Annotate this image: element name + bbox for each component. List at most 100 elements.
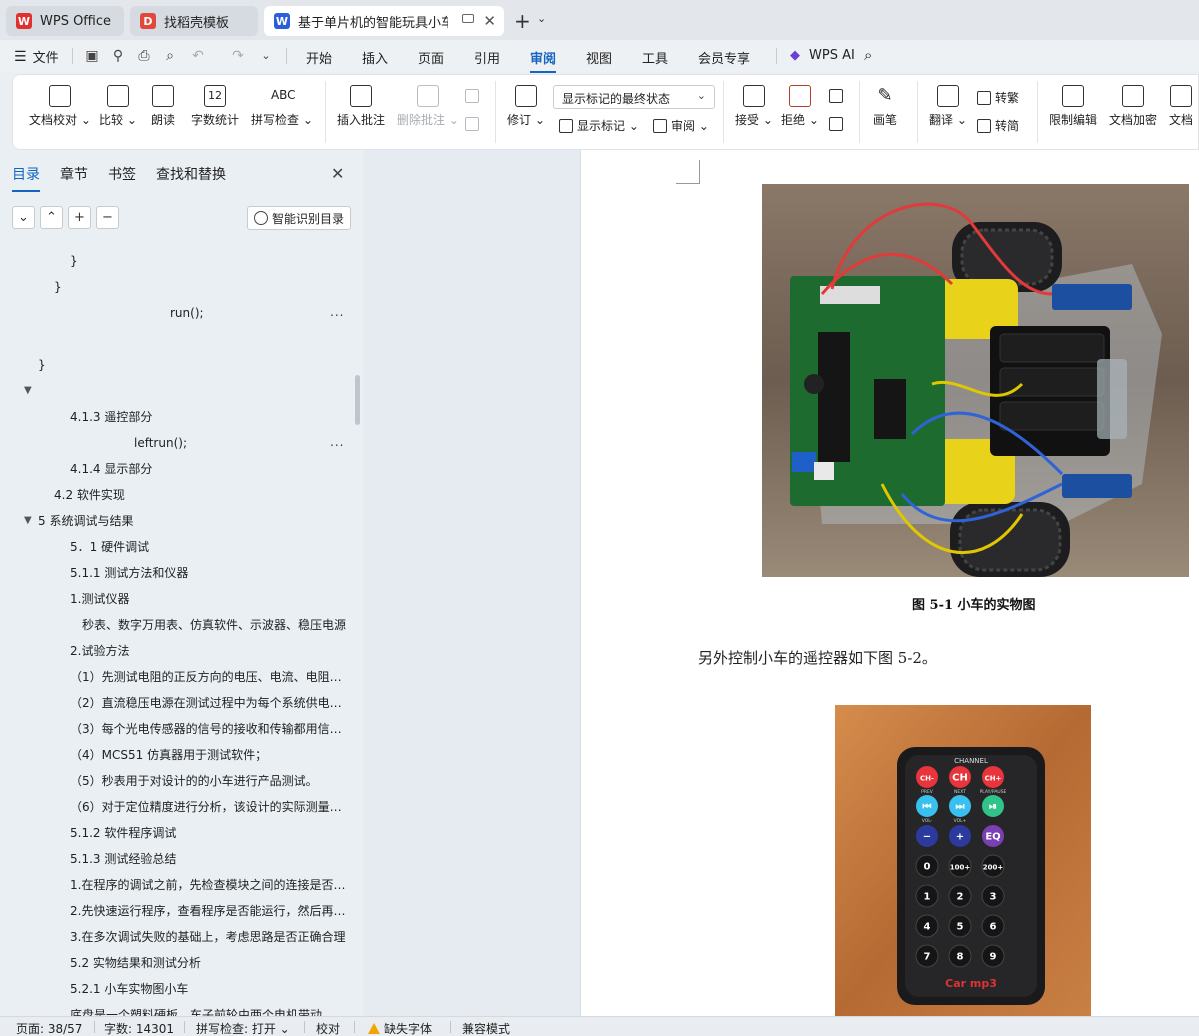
chevron-down-icon[interactable]: ⌄ (258, 48, 274, 64)
previous-change-icon[interactable] (829, 89, 847, 103)
toc-item[interactable]: 1.测试仪器 (70, 588, 346, 610)
next-comment-icon[interactable] (465, 117, 483, 131)
previous-comment-icon[interactable] (465, 89, 483, 103)
toc-item[interactable]: 5.1.2 软件程序调试 (70, 822, 346, 844)
word-count-indicator[interactable]: 字数: 14301 (104, 1020, 174, 1036)
menu-insert[interactable]: 插入 (362, 48, 388, 67)
tab-bookmarks[interactable]: 书签 (108, 164, 136, 184)
spell-check-toggle[interactable]: 拼写检查: 打开 ⌄ (196, 1020, 290, 1036)
toc-item[interactable]: 5 系统调试与结果 (38, 510, 346, 532)
divider (72, 48, 73, 64)
page-indicator[interactable]: 页面: 38/57 (16, 1020, 82, 1036)
toc-item[interactable]: 5.2.1 小车实物图小车 (70, 978, 346, 1000)
menu-review[interactable]: 审阅 (530, 48, 557, 73)
proofread-status[interactable]: 校对 (316, 1020, 340, 1036)
accept-button[interactable]: 接受 ⌄ (735, 85, 773, 128)
toc-item[interactable]: （5）秒表用于对设计的的小车进行产品测试。 (70, 770, 346, 792)
toc-item[interactable]: （3）每个光电传感器的信号的接收和传输都用信号检测 (70, 718, 346, 740)
close-icon[interactable]: ✕ (331, 164, 344, 183)
smart-toc-button[interactable]: 智能识别目录 (247, 206, 351, 230)
expand-triangle-icon[interactable]: ▼ (24, 510, 32, 532)
tab-find-replace[interactable]: 查找和替换 (156, 164, 226, 184)
menu-membership[interactable]: 会员专享 (698, 48, 750, 67)
toc-item[interactable] (38, 380, 346, 402)
toc-item[interactable]: run(); (170, 302, 320, 324)
reject-button[interactable]: 拒绝 ⌄ (781, 85, 819, 128)
toc-item[interactable]: 底盘是一个塑料硬板，车子前轮由两个电机带动 (70, 1004, 346, 1016)
review-pane-button[interactable]: 审阅 ⌄ (653, 117, 709, 134)
toc-item[interactable]: （2）直流稳压电源在测试过程中为每个系统供电是否正常 (70, 692, 346, 714)
tab-chapters[interactable]: 章节 (60, 164, 88, 184)
compare-button[interactable]: 比较 ⌄ (99, 85, 137, 128)
to-traditional-button[interactable]: 转繁 (977, 89, 1019, 106)
toc-item[interactable]: （6）对于定位精度进行分析，该设计的实际测量误差 (70, 796, 346, 818)
menu-view[interactable]: 视图 (586, 48, 612, 67)
toc-item[interactable]: 2.试验方法 (70, 640, 346, 662)
proofread-button[interactable]: 文档校对 ⌄ (29, 85, 91, 128)
missing-font-button[interactable]: 缺失字体 (368, 1020, 432, 1036)
tab-wps-office[interactable]: W WPS Office (6, 6, 124, 36)
menu-home[interactable]: 开始 (306, 48, 332, 67)
menu-references[interactable]: 引用 (474, 48, 500, 67)
car-photo-figure (762, 184, 1189, 577)
toc-item[interactable]: 5.2 实物结果和测试分析 (70, 952, 346, 974)
toc-item[interactable]: 秒表、数字万用表、仿真软件、示波器、稳压电源 (82, 614, 346, 636)
undo-icon[interactable]: ↶ (190, 48, 206, 64)
read-aloud-button[interactable]: 朗读 (151, 85, 175, 128)
to-simplified-button[interactable]: 转简 (977, 117, 1019, 134)
tab-toc[interactable]: 目录 (12, 164, 40, 192)
toc-item[interactable]: 5．1 硬件调试 (70, 536, 346, 558)
toc-item[interactable]: } (70, 250, 346, 272)
toc-item[interactable]: 5.1.3 测试经验总结 (70, 848, 346, 870)
expand-triangle-icon[interactable]: ▼ (24, 380, 32, 402)
toc-item[interactable]: 2.先快速运行程序，查看程序是否能运行，然后再单步 (70, 900, 346, 922)
print-icon[interactable]: ⎙ (136, 48, 152, 64)
toc-item[interactable]: } (54, 276, 346, 298)
new-tab-plus-icon[interactable]: + (514, 9, 531, 33)
more-options-icon[interactable]: ... (330, 302, 344, 322)
toc-item[interactable]: 3.在多次调试失败的基础上，考虑思路是否正确合理 (70, 926, 346, 948)
word-count-button[interactable]: 12 字数统计 (191, 85, 239, 128)
save-icon[interactable]: ▣ (84, 48, 100, 64)
toc-item[interactable]: 4.1.3 遥控部分 (70, 406, 346, 428)
toc-item[interactable] (38, 328, 346, 350)
show-markup-button[interactable]: 显示标记 ⌄ (559, 117, 639, 134)
pen-button[interactable]: ✎ 画笔 (873, 85, 897, 128)
print-preview-icon[interactable]: ⌕ (162, 48, 178, 64)
toc-scrollbar[interactable] (355, 375, 360, 425)
encrypt-button[interactable]: 文档加密 (1109, 85, 1157, 128)
menu-page[interactable]: 页面 (418, 48, 444, 67)
revise-button[interactable]: 修订 ⌄ (507, 85, 545, 128)
menu-wps-ai[interactable]: WPS AI (809, 48, 855, 63)
file-menu[interactable]: ☰ 文件 (14, 47, 59, 67)
delete-comment-button[interactable]: 删除批注 ⌄ (397, 85, 459, 128)
toc-item[interactable]: } (38, 354, 346, 376)
tab-document[interactable]: W 基于单片机的智能玩具小车的设 ✕ (264, 6, 504, 36)
next-change-icon[interactable] (829, 117, 847, 131)
menu-tools[interactable]: 工具 (642, 48, 668, 67)
link-icon[interactable]: ⚲ (110, 48, 126, 64)
toc-item[interactable]: （4）MCS51 仿真器用于测试软件； (70, 744, 346, 766)
restrict-edit-button[interactable]: 限制编辑 (1049, 85, 1097, 128)
markup-state-dropdown[interactable]: 显示标记的最终状态 ⌄ (553, 85, 715, 109)
tab-daoke-template[interactable]: D 找稻壳模板 (130, 6, 258, 36)
toc-item[interactable]: 4.1.4 显示部分 (70, 458, 346, 480)
spell-check-button[interactable]: ABC 拼写检查 ⌄ (251, 85, 313, 128)
toc-item[interactable]: 4.2 软件实现 (54, 484, 346, 506)
toc-item[interactable]: 5.1.1 测试方法和仪器 (70, 562, 346, 584)
toc-item[interactable]: （1）先测试电阻的正反方向的电压、电流、电阻值是否正确 (70, 666, 346, 688)
toc-item[interactable]: 1.在程序的调试之前，先检查模块之间的连接是否正确 (70, 874, 346, 896)
redo-icon[interactable]: ↷ (230, 48, 246, 64)
doc-more-button[interactable]: 文档 (1169, 85, 1193, 128)
expand-up-button[interactable]: ⌃ (40, 206, 63, 229)
collapse-all-button[interactable]: ⌄ (12, 206, 35, 229)
demote-level-button[interactable]: − (96, 206, 119, 229)
more-options-icon[interactable]: ... (330, 432, 344, 452)
search-icon[interactable]: ⌕ (864, 46, 872, 64)
translate-button[interactable]: 翻译 ⌄ (929, 85, 967, 128)
promote-level-button[interactable]: + (68, 206, 91, 229)
insert-comment-button[interactable]: 插入批注 (337, 85, 385, 128)
close-icon[interactable]: ✕ (483, 12, 496, 30)
toc-item[interactable]: leftrun(); (134, 432, 284, 454)
chevron-down-icon[interactable]: ⌄ (537, 12, 546, 25)
